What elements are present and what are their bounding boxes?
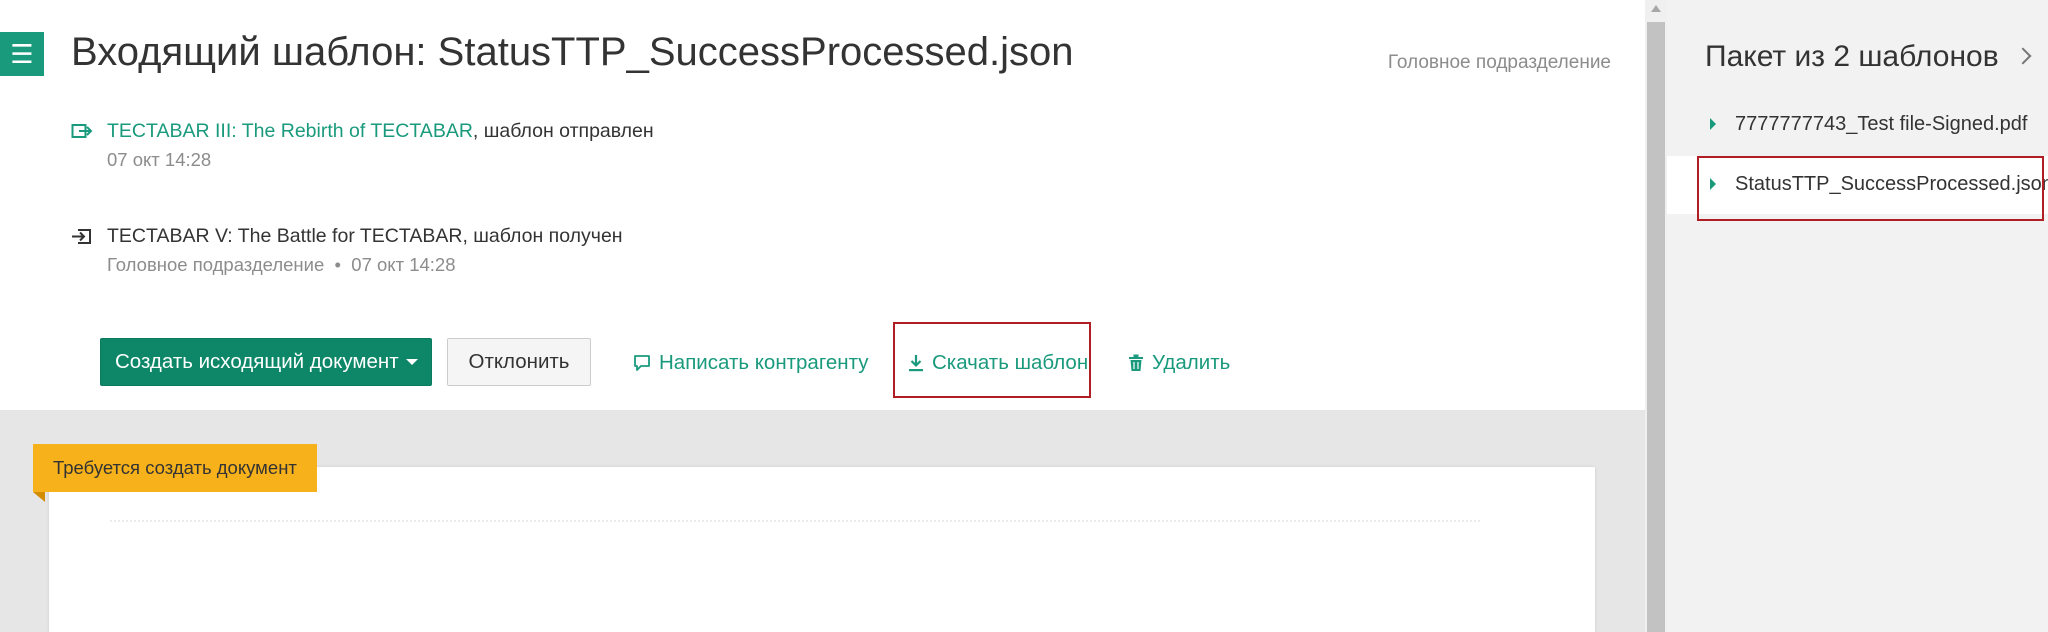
event-sent-text: TECTABAR III: The Rebirth of TECTABAR, ш…: [107, 120, 654, 143]
receive-in-icon: [71, 227, 95, 249]
download-link-label: Скачать шаблон: [932, 351, 1089, 374]
caret-down-icon[interactable]: [406, 359, 418, 365]
main-panel: ☰ Входящий шаблон: StatusTTP_SuccessProc…: [0, 0, 1645, 632]
chevron-right-icon[interactable]: [2014, 47, 2032, 65]
organization-label: Головное подразделение: [1387, 52, 1611, 73]
counterparty-name: TECTABAR V: The Battle for TECTABAR: [107, 225, 463, 247]
package-title[interactable]: Пакет из 2 шаблонов: [1705, 40, 1999, 74]
trash-icon: [1129, 354, 1143, 371]
download-template-link[interactable]: Скачать шаблон: [908, 351, 1088, 375]
event-meta: Головное подразделение • 07 окт 14:28: [107, 254, 456, 276]
reject-button-label: Отклонить: [468, 350, 570, 373]
meta-separator: •: [334, 254, 342, 275]
badge-fold: [33, 492, 45, 502]
reject-button[interactable]: Отклонить: [447, 338, 591, 386]
send-out-icon: [71, 122, 95, 144]
menu-button[interactable]: ☰: [0, 32, 44, 76]
create-button-label: Создать исходящий документ: [115, 350, 399, 373]
package-item-label: 7777777743_Test file-Signed.pdf: [1735, 113, 2028, 135]
package-item[interactable]: 7777777743_Test file-Signed.pdf: [1667, 96, 2048, 154]
vertical-scrollbar[interactable]: [1645, 0, 1667, 632]
scroll-thumb[interactable]: [1647, 22, 1665, 632]
event-action: , шаблон отправлен: [472, 120, 654, 142]
download-icon: [909, 355, 923, 372]
write-link-label: Написать контрагенту: [659, 351, 869, 374]
comment-icon: [634, 355, 650, 371]
expand-triangle-icon[interactable]: [1710, 118, 1716, 130]
expand-triangle-icon[interactable]: [1710, 178, 1716, 190]
event-action: , шаблон получен: [462, 225, 623, 247]
delete-link-label: Удалить: [1152, 351, 1231, 374]
page-title: Входящий шаблон: StatusTTP_SuccessProces…: [71, 30, 1074, 74]
event-date: 07 окт 14:28: [351, 254, 456, 275]
package-item-selected[interactable]: StatusTTP_SuccessProcessed.json: [1667, 156, 2048, 214]
hamburger-icon: ☰: [10, 39, 34, 69]
event-date: 07 окт 14:28: [107, 149, 212, 170]
create-outgoing-document-button[interactable]: Создать исходящий документ: [100, 338, 432, 386]
document-text-line: [110, 520, 1480, 522]
package-sidebar: Пакет из 2 шаблонов 7777777743_Test file…: [1667, 0, 2048, 632]
scroll-up-arrow-icon[interactable]: [1651, 5, 1661, 12]
event-org: Головное подразделение: [107, 254, 325, 275]
delete-link[interactable]: Удалить: [1128, 351, 1230, 375]
event-received-text: TECTABAR V: The Battle for TECTABAR, шаб…: [107, 225, 623, 248]
write-to-counterparty-link[interactable]: Написать контрагенту: [633, 351, 868, 375]
status-badge: Требуется создать документ: [33, 444, 317, 492]
package-item-label: StatusTTP_SuccessProcessed.json: [1735, 173, 2048, 195]
counterparty-link[interactable]: TECTABAR III: The Rebirth of TECTABAR: [107, 120, 473, 142]
